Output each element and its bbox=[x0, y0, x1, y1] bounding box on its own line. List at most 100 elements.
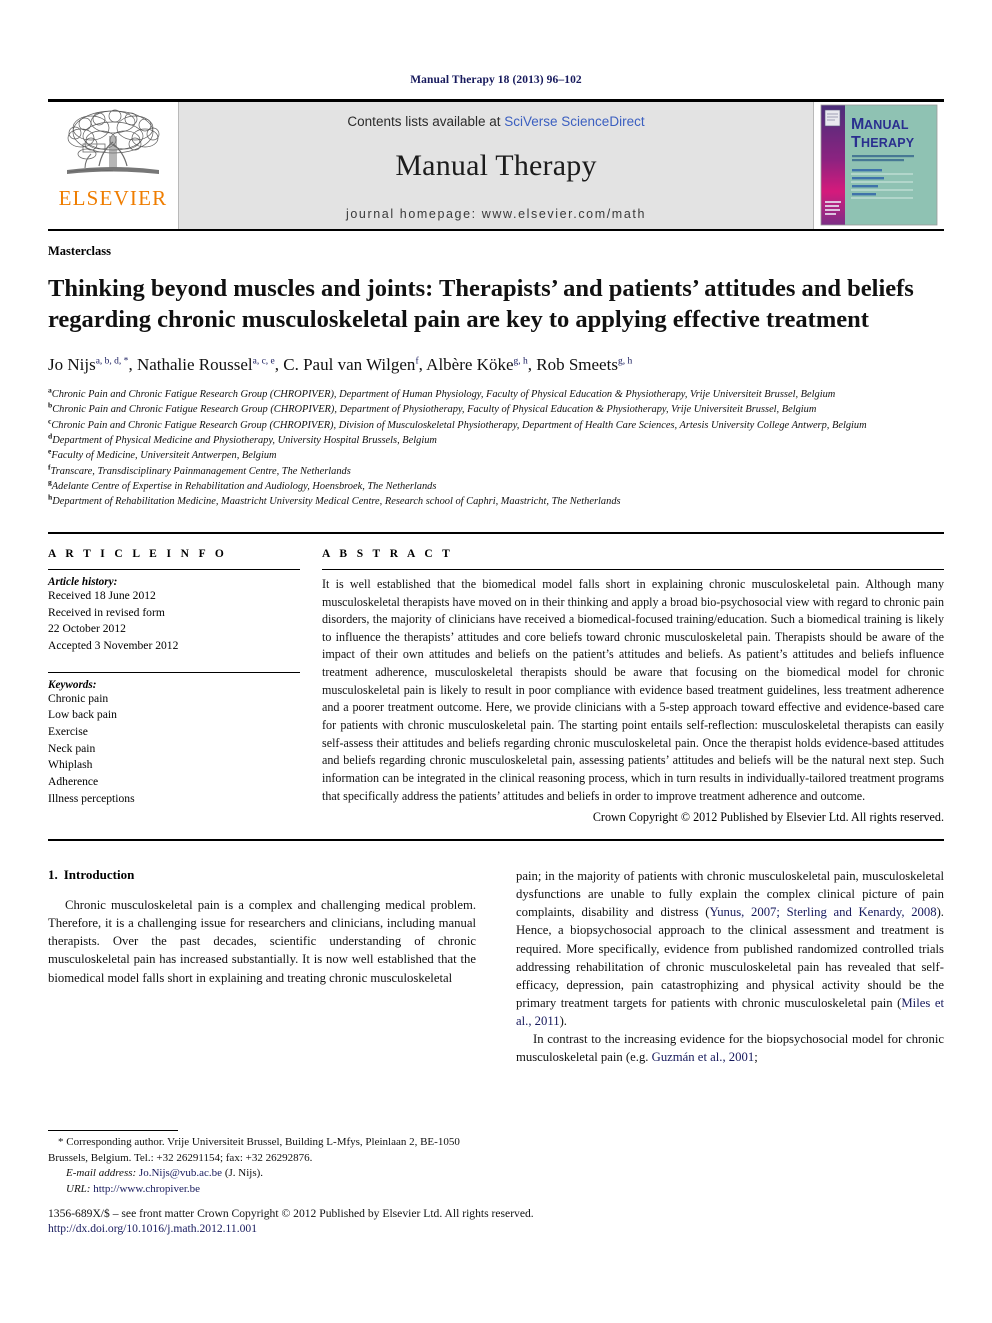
keyword-item: Illness perceptions bbox=[48, 791, 135, 805]
article-info-column: A R T I C L E I N F O Article history: R… bbox=[48, 548, 300, 826]
affiliation-text: Chronic Pain and Chronic Fatigue Researc… bbox=[52, 404, 817, 416]
author-affiliation-marks: g, h bbox=[513, 356, 528, 367]
footer-copyright-block: 1356-689X/$ – see front matter Crown Cop… bbox=[48, 1205, 948, 1235]
article-history-item: Accepted 3 November 2012 bbox=[48, 638, 179, 652]
keywords-list: Chronic pain Low back pain Exercise Neck pa… bbox=[48, 691, 300, 808]
author-name: Nathalie Roussel bbox=[136, 354, 253, 374]
journal-cover-wrap: M ANUAL T HERAPY bbox=[814, 102, 944, 229]
affiliation-entry: aChronic Pain and Chronic Fatigue Resear… bbox=[48, 386, 944, 402]
body-column-left: 1. Introduction Chronic musculoskeletal p… bbox=[48, 867, 476, 1065]
keyword-item: Adherence bbox=[48, 775, 99, 789]
article-info-rule bbox=[48, 568, 300, 570]
doi-link[interactable]: http://dx.doi.org/10.1016/j.math.2012.11… bbox=[48, 1222, 948, 1235]
citation-guzman[interactable]: Guzmán et al., 2001 bbox=[652, 1050, 755, 1064]
article-info-heading: A R T I C L E I N F O bbox=[48, 547, 228, 560]
article-history-item: Received in revised form bbox=[48, 605, 165, 619]
email-label: E-mail address: bbox=[66, 1167, 137, 1180]
author-list: Jo Nijsa, b, d, *, Nathalie Roussela, c,… bbox=[48, 354, 633, 374]
author-name: Rob Smeets bbox=[536, 354, 618, 374]
body-column-right: pain; in the majority of patients with c… bbox=[516, 867, 944, 1065]
affiliation-text: Department of Rehabilitation Medicine, M… bbox=[52, 496, 621, 508]
abstract-heading: A B S T R A C T bbox=[322, 547, 454, 560]
intro-right-post: ). bbox=[559, 1013, 567, 1028]
keyword-item: Neck pain bbox=[48, 741, 96, 755]
sciencedirect-link[interactable]: SciVerse ScienceDirect bbox=[504, 114, 644, 129]
affiliation-text: Faculty of Medicine, Universiteit Antwer… bbox=[51, 450, 277, 462]
contents-available-line: Contents lists available at SciVerse Sci… bbox=[347, 114, 644, 129]
footnote-email-line: E-mail address: Jo.Nijs@vub.ac.be (J. Ni… bbox=[48, 1166, 476, 1182]
keyword-item: Low back pain bbox=[48, 708, 117, 722]
keywords-rule bbox=[48, 671, 300, 673]
page-title: Thinking beyond muscles and joints: Ther… bbox=[48, 275, 914, 334]
section-name: Introduction bbox=[63, 867, 135, 883]
keyword-item: Chronic pain bbox=[48, 691, 109, 705]
abstract-copyright: Crown Copyright © 2012 Published by Else… bbox=[592, 810, 944, 825]
affiliation-list: aChronic Pain and Chronic Fatigue Resear… bbox=[48, 386, 944, 510]
author-name: Albère Köke bbox=[426, 354, 514, 374]
elsevier-wordmark: ELSEVIER bbox=[58, 186, 168, 210]
intro-paragraph-right-1: pain; in the majority of patients with c… bbox=[516, 867, 944, 1029]
info-abstract-block: A R T I C L E I N F O Article history: R… bbox=[48, 548, 944, 826]
elsevier-tree-icon bbox=[67, 109, 160, 174]
keywords-label: Keywords: bbox=[48, 678, 97, 691]
svg-text:HERAPY: HERAPY bbox=[861, 136, 915, 150]
affiliation-entry: cChronic Pain and Chronic Fatigue Resear… bbox=[48, 417, 944, 433]
keyword-item: Whiplash bbox=[48, 758, 93, 772]
affiliation-entry: bChronic Pain and Chronic Fatigue Resear… bbox=[48, 401, 944, 417]
journal-band: Contents lists available at SciVerse Sci… bbox=[178, 102, 814, 229]
body-columns: 1. Introduction Chronic musculoskeletal p… bbox=[48, 867, 944, 1065]
footnote-rule bbox=[48, 1130, 178, 1131]
email-link[interactable]: Jo.Nijs@vub.ac.be bbox=[139, 1167, 222, 1179]
svg-text:ANUAL: ANUAL bbox=[864, 118, 909, 132]
affiliation-entry: fTranscare, Transdisciplinary Painmanage… bbox=[48, 463, 944, 479]
article-type-label: Masterclass bbox=[48, 244, 111, 258]
masthead-bottom-rule bbox=[48, 229, 944, 231]
corresponding-author-footnote: * Corresponding author. Vrije Universite… bbox=[48, 1130, 476, 1197]
journal-cover-image: M ANUAL T HERAPY bbox=[818, 103, 940, 227]
journal-masthead: ELSEVIER Contents lists available at Sci… bbox=[48, 102, 944, 229]
abstract-rule bbox=[322, 568, 944, 570]
contents-prefix: Contents lists available at bbox=[347, 114, 505, 129]
info-block-bottom-rule bbox=[48, 839, 944, 842]
intro-right2-post: ; bbox=[754, 1049, 758, 1064]
author-name: C. Paul van Wilgen bbox=[283, 354, 416, 374]
info-block-top-rule bbox=[48, 531, 944, 534]
affiliation-text: Department of Physical Medicine and Phys… bbox=[52, 434, 437, 446]
affiliation-entry: hDepartment of Rehabilitation Medicine, … bbox=[48, 494, 944, 509]
url-link[interactable]: http://www.chropiver.be bbox=[93, 1183, 200, 1195]
affiliation-text: Transcare, Transdisciplinary Painmanagem… bbox=[50, 465, 351, 477]
keyword-item: Exercise bbox=[48, 724, 88, 738]
intro-paragraph-right-2: In contrast to the increasing evidence f… bbox=[516, 1030, 944, 1066]
affiliation-text: Adelante Centre of Expertise in Rehabili… bbox=[51, 481, 437, 493]
svg-text:M: M bbox=[851, 116, 864, 133]
elsevier-logo: ELSEVIER bbox=[48, 102, 178, 229]
abstract-column: A B S T R A C T It is well established t… bbox=[322, 548, 944, 826]
author-affiliation-marks: f bbox=[415, 356, 419, 367]
affiliation-entry: dDepartment of Physical Medicine and Phy… bbox=[48, 432, 944, 448]
section-number: 1. bbox=[48, 867, 58, 883]
article-history-label: Article history: bbox=[48, 575, 118, 588]
footnote-url-line: URL: http://www.chropiver.be bbox=[48, 1182, 476, 1198]
running-head: Manual Therapy 18 (2013) 96–102 bbox=[410, 74, 582, 86]
author-affiliation-marks: a, c, e bbox=[252, 356, 275, 367]
citation-yunus-sterling[interactable]: Yunus, 2007; Sterling and Kenardy, 2008 bbox=[709, 905, 936, 919]
journal-homepage-line[interactable]: journal homepage: www.elsevier.com/math bbox=[346, 207, 646, 221]
author-affiliation-marks: a, b, d, * bbox=[95, 356, 129, 367]
intro-right-mid: ). Hence, a biopsychosocial approach to … bbox=[516, 905, 944, 1010]
abstract-body: It is well established that the biomedic… bbox=[322, 576, 944, 803]
affiliation-text: Chronic Pain and Chronic Fatigue Researc… bbox=[51, 419, 867, 431]
article-history-item: 22 October 2012 bbox=[48, 622, 126, 636]
issn-copyright-line: 1356-689X/$ – see front matter Crown Cop… bbox=[48, 1207, 534, 1220]
affiliation-text: Chronic Pain and Chronic Fatigue Researc… bbox=[51, 388, 836, 400]
article-history-item: Received 18 June 2012 bbox=[48, 588, 156, 602]
email-suffix: (J. Nijs). bbox=[224, 1167, 264, 1180]
introduction-heading: 1. Introduction bbox=[48, 867, 476, 883]
author-name: Jo Nijs bbox=[48, 354, 96, 374]
affiliation-entry: gAdelante Centre of Expertise in Rehabil… bbox=[48, 478, 944, 494]
journal-title: Manual Therapy bbox=[395, 149, 597, 182]
intro-paragraph-left: Chronic musculoskeletal pain is a comple… bbox=[48, 898, 476, 985]
svg-text:T: T bbox=[851, 134, 861, 151]
article-page: Manual Therapy 18 (2013) 96–102 ELSEVIER… bbox=[0, 0, 992, 1323]
url-label: URL: bbox=[66, 1182, 91, 1195]
